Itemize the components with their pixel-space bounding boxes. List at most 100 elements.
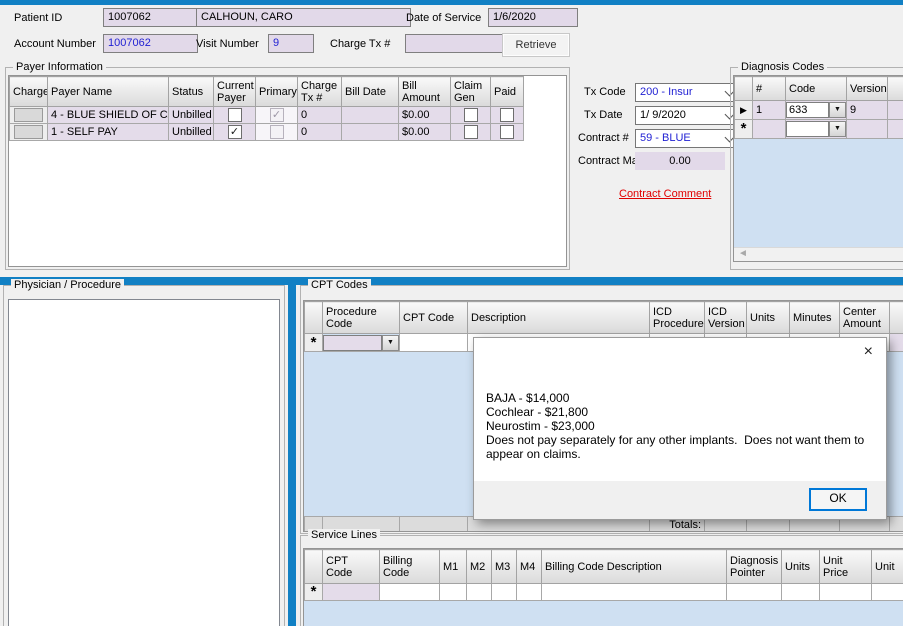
col-center-amount[interactable]: Center Amount (840, 302, 890, 334)
dropdown-icon[interactable]: ▼ (382, 335, 399, 351)
current-payer-checkbox[interactable] (228, 108, 242, 122)
col-icd-procedure[interactable]: ICD Procedure (650, 302, 705, 334)
col-claim-gen[interactable]: Claim Gen (451, 77, 491, 107)
visit-number-field[interactable]: 9 (268, 34, 314, 53)
col-sl-units[interactable]: Units (782, 550, 820, 584)
col-bill-amount[interactable]: Bill Amount (399, 77, 451, 107)
col-billing-code-description[interactable]: Billing Code Description (542, 550, 727, 584)
col-primary[interactable]: Primary (256, 77, 298, 107)
dropdown-icon[interactable]: ▼ (829, 121, 846, 137)
col-charge[interactable]: Charge (10, 77, 48, 107)
diagnosis-row[interactable]: ▶ 1 633▼ 9 (735, 101, 903, 120)
contract-max-label: Contract Max (578, 155, 643, 167)
status-cell: Unbilled (169, 107, 214, 124)
col-billing-code[interactable]: Billing Code (380, 550, 440, 584)
tx-code-combo[interactable]: 200 - Insur (635, 83, 739, 102)
procedure-code-new-cell[interactable]: ▼ (323, 334, 400, 352)
patient-name-field[interactable]: CALHOUN, CARO (196, 8, 411, 27)
charge-tx-field[interactable] (405, 34, 505, 53)
paid-checkbox[interactable] (500, 125, 514, 139)
col-current-payer[interactable]: Current Payer (214, 77, 256, 107)
paid-cell[interactable] (491, 107, 524, 124)
current-payer-checkbox[interactable] (228, 125, 242, 139)
col-m3[interactable]: M3 (492, 550, 517, 584)
diagnosis-new-row[interactable]: * ▼ (735, 120, 903, 139)
col-status[interactable]: Status (169, 77, 214, 107)
row-selector-header (735, 77, 753, 101)
current-payer-cell[interactable] (214, 124, 256, 141)
col-diagnosis-pointer[interactable]: Diagnosis Pointer (727, 550, 782, 584)
col-units[interactable]: Units (747, 302, 790, 334)
col-m1[interactable]: M1 (440, 550, 467, 584)
dialog-footer: OK (474, 481, 886, 519)
sl-cpt-code-new-cell[interactable] (323, 584, 380, 601)
col-sl-cpt-code[interactable]: CPT Code (323, 550, 380, 584)
dropdown-icon[interactable]: ▼ (829, 102, 846, 118)
diag-version-cell: 9 (847, 101, 888, 120)
contract-label: Contract # (578, 132, 629, 144)
col-description[interactable]: Description (468, 302, 650, 334)
service-lines-grid: CPT Code Billing Code M1 M2 M3 M4 Billin… (303, 548, 903, 626)
ok-button[interactable]: OK (809, 488, 867, 511)
claim-gen-checkbox[interactable] (464, 125, 478, 139)
diagnosis-codes-title: Diagnosis Codes (738, 61, 827, 73)
charge-button[interactable] (10, 107, 48, 124)
payer-grid: Charge Payer Name Status Current Payer P… (8, 75, 567, 267)
col-cpt-code[interactable]: CPT Code (400, 302, 468, 334)
charge-tx-cell: 0 (298, 107, 342, 124)
new-row-icon: * (305, 584, 323, 601)
cpt-codes-title: CPT Codes (308, 279, 371, 291)
col-charge-tx[interactable]: Charge Tx # (298, 77, 342, 107)
contract-combo[interactable]: 59 - BLUE (635, 129, 739, 148)
diagnosis-horizontal-scrollbar[interactable]: ◄ (734, 247, 903, 261)
claim-gen-checkbox[interactable] (464, 108, 478, 122)
scroll-left-icon[interactable]: ◄ (735, 249, 751, 260)
col-cpt-partial (890, 302, 903, 334)
payer-row[interactable]: 4 - BLUE SHIELD OF CA Unbilled 0 $0.00 (10, 107, 524, 124)
top-accent-bar (0, 0, 903, 5)
col-diag-partial (888, 77, 903, 101)
date-of-service-label: Date of Service (406, 12, 481, 24)
col-diag-code[interactable]: Code (786, 77, 847, 101)
col-unit-price[interactable]: Unit Price (820, 550, 872, 584)
primary-checkbox (270, 125, 284, 139)
patient-id-field[interactable]: 1007062 (103, 8, 198, 27)
col-diag-version[interactable]: Version (847, 77, 888, 101)
payer-name-cell[interactable]: 1 - SELF PAY (48, 124, 169, 141)
physician-procedure-listbox[interactable] (8, 299, 280, 626)
bill-amount-cell: $0.00 (399, 107, 451, 124)
payer-name-cell[interactable]: 4 - BLUE SHIELD OF CA (48, 107, 169, 124)
paid-checkbox[interactable] (500, 108, 514, 122)
service-line-new-row[interactable]: * (305, 584, 903, 601)
patient-id-label: Patient ID (14, 12, 62, 24)
col-payer-name[interactable]: Payer Name (48, 77, 169, 107)
contract-max-field: 0.00 (635, 152, 725, 170)
tx-date-combo[interactable]: 1/ 9/2020 (635, 106, 739, 125)
payer-row[interactable]: 1 - SELF PAY Unbilled 0 $0.00 (10, 124, 524, 141)
cpt-code-new-cell[interactable] (400, 334, 468, 352)
date-of-service-field[interactable]: 1/6/2020 (488, 8, 578, 27)
claim-gen-cell[interactable] (451, 107, 491, 124)
row-selector-header (305, 302, 323, 334)
col-icd-version[interactable]: ICD Version (705, 302, 747, 334)
contract-comment-link[interactable]: Contract Comment (619, 188, 711, 200)
current-payer-cell[interactable] (214, 107, 256, 124)
account-number-field[interactable]: 1007062 (103, 34, 198, 53)
col-m4[interactable]: M4 (517, 550, 542, 584)
diag-code-cell[interactable]: 633▼ (786, 101, 847, 120)
col-diag-num[interactable]: # (753, 77, 786, 101)
diag-num-cell: 1 (753, 101, 786, 120)
claim-gen-cell[interactable] (451, 124, 491, 141)
charge-button[interactable] (10, 124, 48, 141)
col-paid[interactable]: Paid (491, 77, 524, 107)
diag-code-new-cell[interactable]: ▼ (786, 120, 847, 139)
col-m2[interactable]: M2 (467, 550, 492, 584)
close-icon[interactable]: × (864, 344, 873, 360)
col-procedure-code[interactable]: Procedure Code (323, 302, 400, 334)
col-bill-date[interactable]: Bill Date (342, 77, 399, 107)
retrieve-button[interactable]: Retrieve (502, 33, 570, 57)
paid-cell[interactable] (491, 124, 524, 141)
diag-partial-cell (888, 101, 903, 120)
col-minutes[interactable]: Minutes (790, 302, 840, 334)
physician-procedure-title: Physician / Procedure (11, 279, 124, 291)
